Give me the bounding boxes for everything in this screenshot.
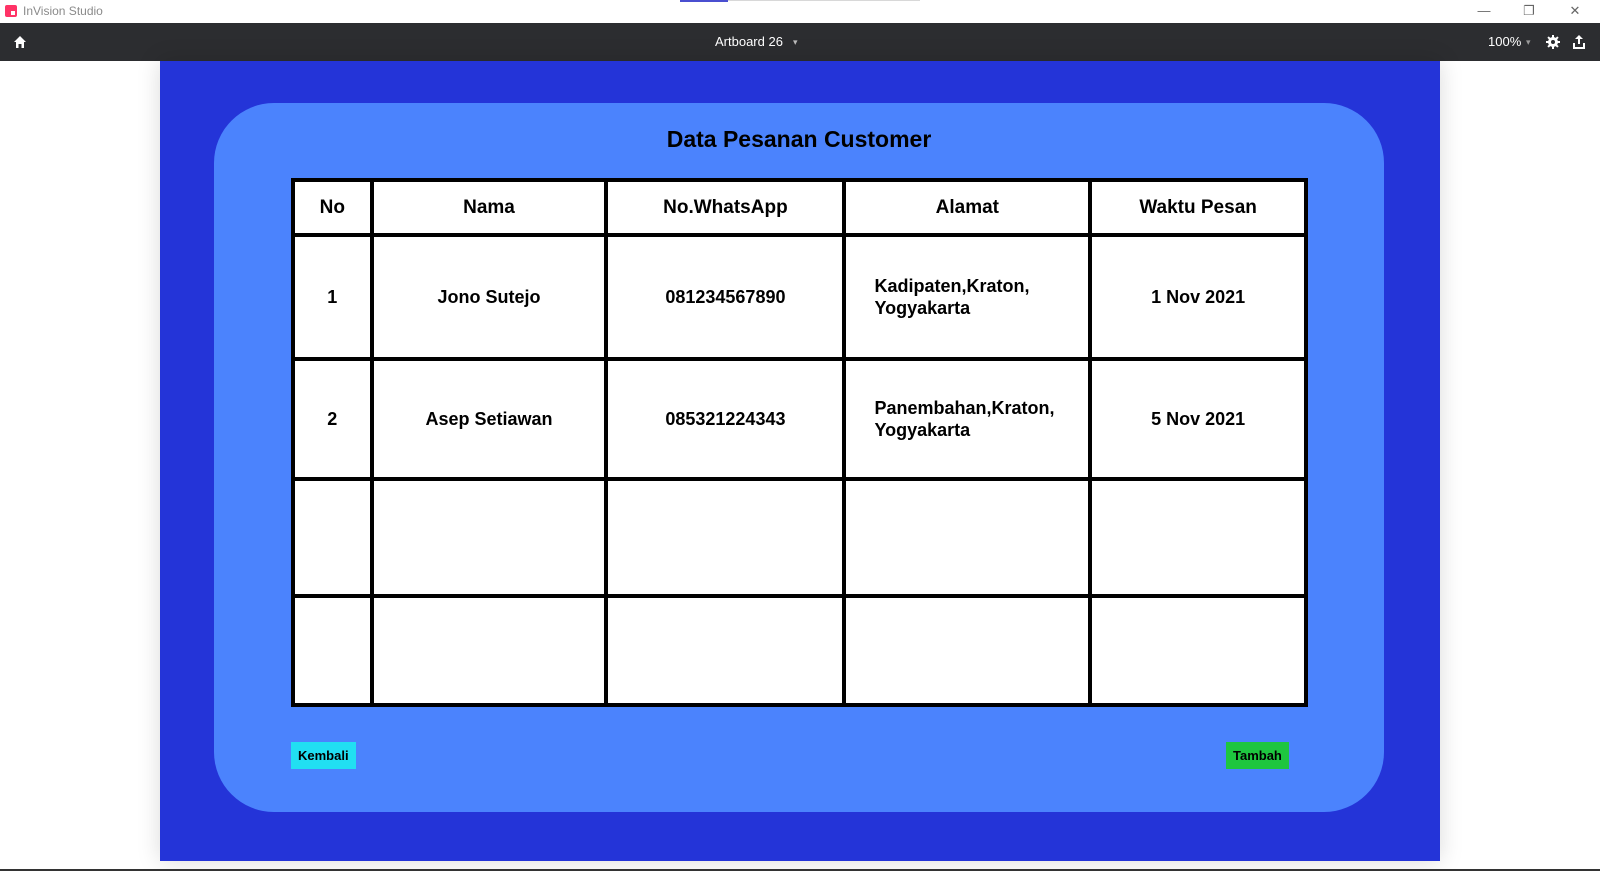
cell-waktu-pesan: 1 Nov 2021 — [1088, 233, 1308, 361]
header-alamat: Alamat — [842, 178, 1093, 237]
studio-toolbar: Artboard 26 ▾ 100% ▾ — [0, 23, 1600, 61]
zoom-chevron-down-icon[interactable]: ▾ — [1526, 34, 1531, 50]
maximize-button[interactable]: ❐ — [1519, 2, 1539, 20]
cell-empty — [369, 594, 609, 707]
table-row: 2 Asep Setiawan 085321224343 Panembahan,… — [291, 357, 1308, 481]
cell-whatsapp: 081234567890 — [604, 233, 847, 361]
page-title: Data Pesanan Customer — [666, 126, 932, 152]
header-nama: Nama — [369, 178, 609, 237]
table-row-empty — [291, 594, 1308, 707]
cell-no: 2 — [291, 357, 374, 481]
cell-alamat: Kadipaten,Kraton, Yogyakarta — [842, 233, 1093, 361]
app-title: InVision Studio — [23, 4, 103, 18]
close-button[interactable]: ✕ — [1565, 2, 1585, 20]
cell-nama: Jono Sutejo — [369, 233, 609, 361]
cell-empty — [604, 477, 847, 598]
invision-logo-icon — [5, 5, 17, 17]
header-no: No — [291, 178, 374, 237]
home-icon[interactable] — [13, 35, 27, 49]
add-button[interactable]: Tambah — [1226, 742, 1289, 769]
cell-empty — [369, 477, 609, 598]
cell-nama: Asep Setiawan — [369, 357, 609, 481]
design-canvas: Data Pesanan Customer No Nama No.WhatsAp… — [0, 61, 1600, 871]
zoom-level-dropdown[interactable]: 100% — [1488, 34, 1521, 49]
table-row-empty — [291, 477, 1308, 598]
cell-empty — [1088, 477, 1308, 598]
title-tab-indicator — [680, 0, 728, 2]
alamat-line-1: Kadipaten,Kraton, — [874, 276, 1030, 296]
artboard-name-dropdown[interactable]: Artboard 26 — [715, 34, 783, 49]
alamat-line-1: Panembahan,Kraton, — [874, 398, 1055, 418]
cell-empty — [291, 594, 374, 707]
alamat-line-2: Yogyakarta — [874, 420, 971, 440]
table-header-row: No Nama No.WhatsApp Alamat Waktu Pesan — [291, 178, 1308, 237]
header-waktu-pesan: Waktu Pesan — [1088, 178, 1308, 237]
title-tab-divider — [728, 0, 920, 1]
export-icon[interactable] — [1571, 34, 1587, 50]
cell-empty — [842, 594, 1093, 707]
cell-whatsapp: 085321224343 — [604, 357, 847, 481]
orders-table: No Nama No.WhatsApp Alamat Waktu Pesan 1… — [291, 178, 1308, 707]
chevron-down-icon[interactable]: ▾ — [793, 34, 798, 50]
alamat-line-2: Yogyakarta — [874, 298, 971, 318]
cell-alamat: Panembahan,Kraton, Yogyakarta — [842, 357, 1093, 481]
cell-empty — [1088, 594, 1308, 707]
cell-empty — [291, 477, 374, 598]
gear-icon[interactable] — [1545, 34, 1561, 50]
cell-empty — [604, 594, 847, 707]
content-panel: Data Pesanan Customer No Nama No.WhatsAp… — [214, 103, 1384, 812]
minimize-button[interactable]: — — [1474, 2, 1494, 20]
cell-waktu-pesan: 5 Nov 2021 — [1088, 357, 1308, 481]
cell-no: 1 — [291, 233, 374, 361]
header-whatsapp: No.WhatsApp — [604, 178, 847, 237]
window-title-bar: InVision Studio — ❐ ✕ — [0, 0, 1600, 23]
back-button[interactable]: Kembali — [291, 742, 356, 769]
table-row: 1 Jono Sutejo 081234567890 Kadipaten,Kra… — [291, 233, 1308, 361]
artboard: Data Pesanan Customer No Nama No.WhatsAp… — [160, 61, 1440, 861]
cell-empty — [842, 477, 1093, 598]
